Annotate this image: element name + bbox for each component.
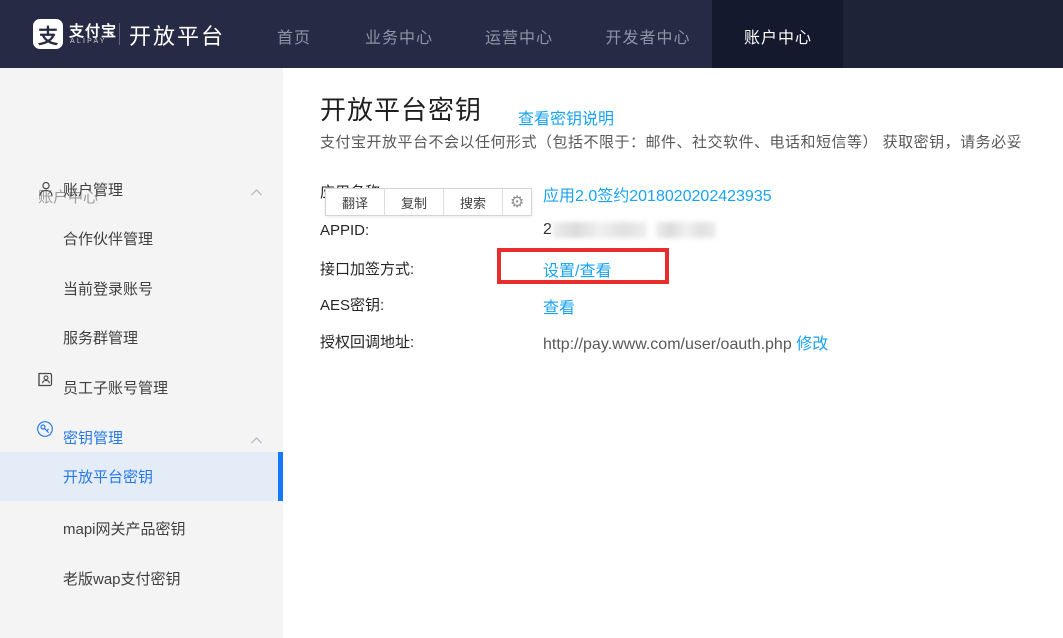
key-search-icon	[36, 420, 54, 438]
chevron-up-icon[interactable]	[250, 184, 263, 193]
security-notice-text: 支付宝开放平台不会以任何形式（包括不限于：邮件、社交软件、电话和短信等） 获取密…	[320, 131, 1063, 152]
sidebar: 账户中心 账户管理 合作伙伴管理 当前登录账号 服务群管理 员工子账号管理 密钥…	[0, 68, 283, 638]
text-selection-popup: 翻译 复制 搜索 ⚙	[325, 188, 532, 216]
callback-url-label: 授权回调地址:	[320, 331, 414, 352]
sidebar-item-open-platform-key[interactable]: 开放平台密钥	[0, 452, 283, 501]
logo-divider	[119, 23, 120, 45]
appid-value: 2	[543, 221, 716, 239]
sidebar-item-mapi-gateway-key[interactable]: mapi网关产品密钥	[63, 518, 186, 539]
callback-url-value: http://pay.www.com/user/oauth.php	[543, 336, 792, 353]
search-button[interactable]: 搜索	[444, 189, 503, 215]
person-icon	[37, 180, 55, 198]
appid-visible-digit: 2	[543, 221, 552, 238]
gear-icon[interactable]: ⚙	[503, 189, 531, 215]
nav-item-home[interactable]: 首页	[277, 24, 311, 48]
appid-blurred-segment	[656, 222, 716, 238]
copy-button[interactable]: 复制	[385, 189, 444, 215]
nav-item-business-center[interactable]: 业务中心	[365, 24, 433, 48]
selected-indicator-bar	[278, 452, 283, 501]
chevron-up-icon[interactable]	[250, 432, 263, 441]
sidebar-item-service-group-management[interactable]: 服务群管理	[63, 327, 138, 348]
view-aes-key-link[interactable]: 查看	[543, 294, 575, 318]
translate-button[interactable]: 翻译	[326, 189, 385, 215]
callback-url-row: http://pay.www.com/user/oauth.php 修改	[543, 330, 828, 354]
top-navbar: 支 支付宝 ALIPAY 开放平台 首页 业务中心 运营中心 开发者中心 账户中…	[0, 0, 1063, 68]
sidebar-item-legacy-wap-pay-key[interactable]: 老版wap支付密钥	[63, 568, 181, 589]
navbar-right-segment	[843, 0, 1063, 68]
modify-callback-link[interactable]: 修改	[796, 336, 828, 353]
nav-item-account-center[interactable]: 账户中心	[744, 24, 812, 48]
appid-blurred-segment	[553, 222, 647, 238]
sidebar-item-label: 开放平台密钥	[63, 466, 153, 487]
product-name: 开放平台	[129, 19, 225, 51]
nav-item-operation-center[interactable]: 运营中心	[485, 24, 553, 48]
sidebar-item-partner-management[interactable]: 合作伙伴管理	[63, 228, 153, 249]
badge-icon	[36, 371, 54, 389]
sidebar-item-employee-subaccount-management[interactable]: 员工子账号管理	[63, 377, 168, 398]
sidebar-item-key-management[interactable]: 密钥管理	[63, 427, 123, 448]
view-key-instructions-link[interactable]: 查看密钥说明	[518, 105, 614, 129]
sidebar-item-current-login-account[interactable]: 当前登录账号	[63, 278, 153, 299]
aes-key-label: AES密钥:	[320, 294, 384, 315]
page-title: 开放平台密钥	[320, 90, 482, 127]
alipay-brand-en: ALIPAY	[70, 38, 107, 45]
alipay-logo-icon[interactable]: 支	[33, 19, 63, 49]
sign-method-label: 接口加签方式:	[320, 258, 414, 279]
set-view-sign-link[interactable]: 设置/查看	[543, 257, 611, 281]
appid-label: APPID:	[320, 222, 369, 239]
nav-item-developer-center[interactable]: 开发者中心	[605, 24, 690, 48]
sidebar-item-account-management[interactable]: 账户管理	[63, 179, 123, 200]
app-name-value-link[interactable]: 应用2.0签约2018020202423935	[543, 182, 772, 206]
